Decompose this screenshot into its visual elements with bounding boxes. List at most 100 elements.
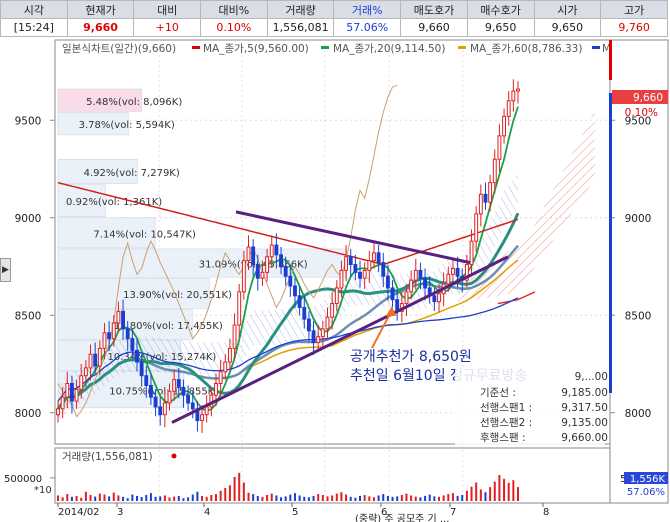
candle-body [339, 269, 344, 289]
volume-bar [228, 485, 231, 501]
volume-profile-label: 13.90%(vol: 20,551K) [123, 290, 232, 301]
candle-body [404, 291, 409, 305]
candle-body [255, 264, 260, 279]
candle-body [125, 328, 130, 340]
candle-body [93, 353, 98, 367]
candle-body [74, 388, 79, 402]
volume-bar [112, 492, 115, 501]
volume-bar [410, 495, 413, 501]
volume-bar [210, 494, 213, 501]
candle-body [390, 287, 395, 301]
volume-bar [94, 496, 97, 501]
stock-chart[interactable]: 5.48%(vol: 8,096K) 3.78%(vol: 5,594K) 4.92… [0, 38, 670, 522]
quote-volume-pct: 57.06% [333, 18, 402, 37]
volume-bar [391, 496, 394, 501]
volume-bar [98, 493, 101, 501]
candle-body [204, 406, 209, 416]
candle-body [432, 295, 437, 303]
quote-header-cell: 거래량 [266, 0, 335, 19]
candle-body [69, 383, 74, 402]
volume-bar [461, 494, 464, 501]
candle-body [283, 266, 288, 277]
volume-bar [340, 492, 343, 501]
quote-header-cell: 고가 [600, 0, 668, 19]
candle-body [121, 310, 125, 330]
volume-bar [280, 497, 283, 501]
quote-high: 9,760 [600, 18, 668, 37]
info-label: 선행스팬2 : [480, 417, 532, 429]
candle-body [334, 287, 339, 305]
volume-bar [512, 480, 515, 501]
volume-bar [517, 487, 519, 501]
volume-bar [84, 491, 87, 501]
candle-body [135, 349, 139, 363]
volume-bar [447, 494, 450, 501]
quote-table: 시각 현재가 대비 대비% 거래량 거래% 매도호가 매수호가 시가 고가 [1… [0, 0, 668, 37]
volume-bar [191, 494, 194, 501]
candle-body [232, 324, 237, 349]
info-value: 9,660.00 [561, 432, 608, 444]
volume-bar [89, 494, 92, 501]
ichimoku-info: 9,...00 기준선 : 9,185.00 선행스팬1 : 9,317.50 … [455, 368, 608, 446]
candle-body [116, 310, 121, 324]
note-line-1: 공개추천가 8,650원 [350, 349, 472, 365]
volume-bar [354, 497, 357, 501]
badge-price: 9,660 [633, 92, 663, 104]
candle-body [172, 379, 177, 392]
candle-body [367, 260, 372, 271]
candle-body [162, 402, 167, 416]
candle-body [139, 361, 144, 377]
quote-ask: 9,660 [400, 18, 468, 37]
volume-bar [201, 495, 204, 501]
x-tick-label: 7 [450, 507, 456, 518]
candle-body [297, 295, 302, 308]
volume-bar [321, 494, 324, 501]
candle-body [311, 330, 316, 344]
volume-bar [428, 494, 431, 501]
quote-change-pct: 0.10% [200, 18, 268, 37]
candle-body [316, 336, 321, 344]
legend-swatch [592, 46, 600, 49]
volume-bar [456, 495, 459, 501]
volume-bar [154, 496, 157, 501]
volume-bar [470, 486, 473, 501]
volume-bar [117, 495, 120, 501]
volume-bar [66, 494, 69, 501]
volume-bar [187, 497, 190, 501]
scroll-left-button[interactable]: ▶ [0, 258, 11, 282]
info-value: 9,185.00 [561, 387, 608, 399]
candle-body [474, 213, 479, 242]
volume-bar [317, 494, 320, 501]
candle-body [293, 285, 297, 297]
candle-body [288, 275, 293, 287]
candle-body [260, 271, 265, 279]
volume-bar [331, 495, 334, 501]
candle-body [413, 269, 418, 281]
volume-bar [433, 496, 436, 501]
legend-item: 일본식차트(일간)(9,660) [62, 42, 176, 55]
legend-swatch [192, 46, 200, 49]
candle-body [381, 262, 386, 277]
info-label: 후행스팬 : [480, 432, 526, 444]
legend-swatch [458, 46, 466, 49]
volume-bar [419, 497, 422, 501]
volume-bar [149, 493, 152, 501]
volume-bar [61, 497, 64, 501]
y-tick-label: 9000 [15, 213, 42, 225]
candle-body [488, 182, 493, 203]
candle-body [265, 256, 270, 273]
volume-bar [70, 496, 73, 501]
candle-body [348, 256, 353, 266]
volume-bar [266, 494, 269, 501]
volume-bar [80, 497, 83, 501]
candle-body [478, 193, 483, 215]
quote-header-cell: 대비% [200, 0, 268, 19]
volume-bar [503, 478, 506, 501]
candle-body [176, 379, 181, 388]
volume-bar [475, 482, 478, 501]
volume-bar [252, 494, 255, 501]
volume-bar [108, 496, 111, 501]
volume-bar [289, 494, 292, 501]
y-tick-label: 8500 [15, 310, 42, 322]
volume-bar [177, 495, 180, 501]
